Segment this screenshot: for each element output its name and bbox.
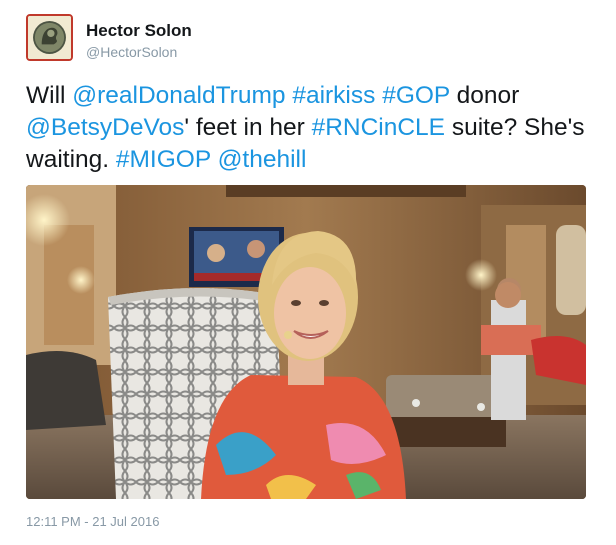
tweet-text-segment: ' feet in her xyxy=(184,114,312,141)
hotel-suite-photo xyxy=(26,185,586,499)
tweet-text-segment xyxy=(211,146,218,173)
coin-portrait-icon xyxy=(28,16,71,59)
mention-link[interactable]: @thehill xyxy=(218,146,307,173)
tweet-text-segment: donor xyxy=(449,82,520,109)
mention-link[interactable]: @realDonaldTrump xyxy=(72,82,285,109)
author-display-name[interactable]: Hector Solon xyxy=(86,21,192,41)
author-handle[interactable]: @HectorSolon xyxy=(86,44,177,60)
mention-link[interactable]: @BetsyDeVos xyxy=(26,114,184,141)
tweet-text-segment: Will xyxy=(26,82,73,109)
hashtag-link[interactable]: #airkiss xyxy=(292,82,375,109)
tweet-text: Will @realDonaldTrump #airkiss #GOP dono… xyxy=(26,80,596,176)
hashtag-link[interactable]: #RNCinCLE xyxy=(312,114,445,141)
hashtag-link[interactable]: #MIGOP xyxy=(116,146,211,173)
tweet-timestamp[interactable]: 12:11 PM - 21 Jul 2016 xyxy=(26,514,159,529)
author-avatar[interactable] xyxy=(26,14,73,61)
hashtag-link[interactable]: #GOP xyxy=(382,82,450,109)
tweet-photo[interactable] xyxy=(26,185,586,499)
